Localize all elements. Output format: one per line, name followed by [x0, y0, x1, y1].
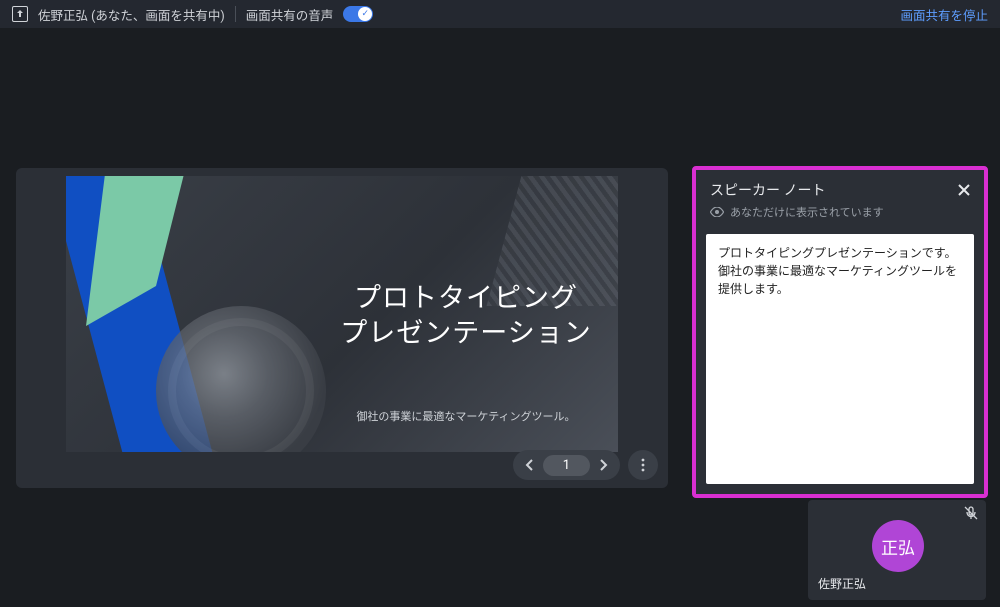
share-screen-icon	[12, 6, 28, 22]
avatar-initials: 正弘	[881, 534, 915, 559]
share-audio-label: 画面共有の音声	[246, 5, 334, 24]
share-audio-toggle[interactable]	[343, 6, 373, 22]
speaker-notes-body[interactable]: プロトタイピングプレゼンテーションです。 御社の事業に最適なマーケティングツール…	[706, 234, 974, 484]
close-notes-button[interactable]	[954, 180, 974, 200]
slide-subtitle: 御社の事業に最適なマーケティングツール。	[316, 408, 616, 424]
chevron-left-icon	[525, 459, 535, 471]
slide-title-line2: プレゼンテーション	[340, 317, 591, 349]
presenter-label: 佐野正弘 (あなた、画面を共有中)	[38, 5, 225, 24]
chevron-right-icon	[598, 459, 608, 471]
next-slide-button[interactable]	[590, 452, 616, 478]
slide-title: プロトタイピング プレゼンテーション	[316, 281, 616, 351]
screen-share-top-bar: 佐野正弘 (あなた、画面を共有中) 画面共有の音声 画面共有を停止	[0, 0, 1000, 28]
slide-title-line1: プロトタイピング	[354, 282, 578, 314]
close-icon	[958, 184, 970, 196]
slide: プロトタイピング プレゼンテーション 御社の事業に最適なマーケティングツール。	[66, 176, 618, 452]
stop-share-button[interactable]: 画面共有を停止	[900, 5, 988, 24]
current-slide-number[interactable]: 1	[543, 455, 590, 476]
notes-visibility-label: あなただけに表示されています	[730, 204, 884, 220]
more-vertical-icon	[641, 458, 645, 472]
speaker-notes-title: スピーカー ノート	[710, 180, 970, 200]
presentation-stage: プロトタイピング プレゼンテーション 御社の事業に最適なマーケティングツール。 …	[16, 168, 668, 488]
participant-name: 佐野正弘	[818, 575, 866, 592]
eye-icon	[710, 207, 724, 217]
pager-group: 1	[513, 450, 620, 480]
top-divider	[235, 6, 236, 22]
slide-more-options-button[interactable]	[628, 450, 658, 480]
mic-muted-icon	[964, 506, 978, 524]
participant-tile[interactable]: 正弘 佐野正弘	[808, 500, 986, 600]
notes-visibility-row: あなただけに表示されています	[710, 204, 970, 220]
slide-pager: 1	[513, 450, 658, 480]
speaker-notes-header: スピーカー ノート あなただけに表示されています	[696, 170, 984, 228]
prev-slide-button[interactable]	[517, 452, 543, 478]
speaker-notes-panel: スピーカー ノート あなただけに表示されています プロトタイピングプレゼンテーシ…	[692, 166, 988, 498]
avatar: 正弘	[872, 520, 924, 572]
